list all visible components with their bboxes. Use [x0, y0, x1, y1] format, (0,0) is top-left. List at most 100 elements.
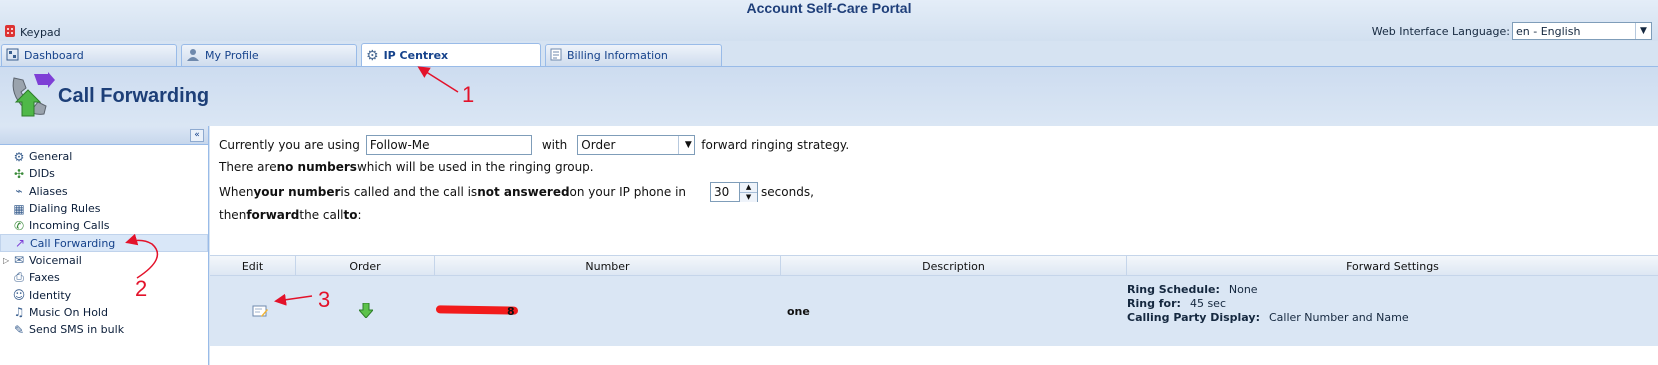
column-header-edit[interactable]: Edit [210, 256, 296, 277]
ringing-strategy-line: Currently you are using Follow-Me with O… [219, 135, 849, 155]
sidebar-header: « [0, 126, 208, 145]
column-header-order[interactable]: Order [296, 256, 435, 277]
sidebar-item-call-forwarding[interactable]: ↗ Call Forwarding [0, 234, 208, 252]
keypad-button[interactable]: Keypad [3, 24, 61, 41]
strategy-select[interactable]: Order ▼ [577, 135, 696, 155]
tab-dashboard[interactable]: Dashboard [1, 44, 177, 66]
table-row[interactable]: 8 one Ring Schedule: None Ring for: 45 sec… [210, 276, 1658, 346]
sidebar-item-voicemail[interactable]: ▷ ✉ Voicemail [0, 252, 208, 269]
portal-title: Account Self-Care Portal [746, 0, 912, 16]
stepper-buttons[interactable]: ▲ ▼ [740, 182, 759, 202]
sidebar-item-general[interactable]: ⚙ General [0, 148, 208, 165]
description-cell: one [787, 305, 810, 318]
chevron-down-icon[interactable]: ▼ [740, 192, 758, 202]
keypad-label: Keypad [20, 26, 61, 39]
language-select[interactable]: en - English ▼ [1512, 22, 1652, 40]
forward-mode-value: Follow-Me [369, 138, 430, 152]
text-label: on your IP phone in [569, 185, 687, 199]
call-forwarding-icon [8, 72, 56, 123]
voicemail-icon: ✉ [13, 253, 25, 268]
main-tabs: Dashboard My Profile ⚙ IP Centrex Billin… [0, 43, 1658, 67]
sidebar-item-label: DIDs [29, 167, 55, 181]
column-header-number[interactable]: Number [435, 256, 781, 277]
sidebar-nav: ⚙ General ✣ DIDs ⌁ Aliases ▦ Dialing Rules ✆… [0, 145, 208, 338]
language-selector: Web Interface Language: en - English ▼ [1372, 22, 1652, 40]
sidebar-item-music-on-hold[interactable]: ♫ Music On Hold [0, 304, 208, 321]
sidebar-item-aliases[interactable]: ⌁ Aliases [0, 183, 208, 200]
sms-icon: ✎ [13, 322, 25, 337]
chevron-down-icon: ▼ [678, 136, 695, 154]
ring-for-setting: Ring for: 45 sec [1127, 297, 1226, 310]
sidebar-item-send-sms[interactable]: ✎ Send SMS in bulk [0, 321, 208, 338]
main-panel: Currently you are using Follow-Me with O… [210, 126, 1658, 365]
tab-ip-centrex[interactable]: ⚙ IP Centrex [361, 43, 541, 67]
page-title: Call Forwarding [58, 85, 210, 107]
text-label: forward [246, 208, 300, 222]
double-chevron-left-icon[interactable]: « [190, 129, 204, 142]
text-label: your number [253, 185, 341, 199]
text-label: : [357, 208, 362, 222]
chevron-up-icon[interactable]: ▲ [740, 183, 758, 192]
tag-icon: ⌁ [15, 184, 23, 199]
edit-icon[interactable] [252, 304, 268, 321]
text-label: is called and the call is [340, 185, 478, 199]
setting-label: Ring for: [1127, 297, 1181, 310]
sidebar-item-label: Aliases [29, 184, 68, 198]
text-label: which will be used in the ringing group. [356, 160, 594, 174]
forward-to-line: then forward the call to : [219, 208, 362, 222]
grid-header: Edit Order Number Description Forward Se… [210, 255, 1658, 277]
fax-icon: ⎙ [14, 270, 24, 285]
sidebar-item-label: Voicemail [29, 253, 82, 267]
sidebar-item-label: Call Forwarding [30, 236, 116, 250]
text-label: Currently you are using [219, 138, 360, 152]
sidebar-item-faxes[interactable]: ⎙ Faxes [0, 269, 208, 286]
sidebar-item-dids[interactable]: ✣ DIDs [0, 165, 208, 182]
column-header-description[interactable]: Description [781, 256, 1127, 277]
text-label: with [541, 138, 568, 152]
timeout-line: When your number is called and the call … [219, 182, 814, 202]
gear-icon: ⚙ [366, 47, 379, 64]
text-label: the call [299, 208, 344, 222]
keypad-icon: ▦ [13, 201, 25, 216]
text-label: forward ringing strategy. [701, 138, 850, 152]
ring-schedule-setting: Ring Schedule: None [1127, 283, 1258, 296]
setting-value: Caller Number and Name [1268, 311, 1409, 324]
sidebar-item-dialing-rules[interactable]: ▦ Dialing Rules [0, 200, 208, 217]
text-label: not answered [477, 185, 570, 199]
text-label: then [219, 208, 247, 222]
language-label: Web Interface Language: [1371, 24, 1510, 38]
text-label: to [343, 208, 358, 222]
sidebar-item-identity[interactable]: ☺ Identity [0, 286, 208, 303]
sidebar-item-label: General [29, 150, 73, 164]
page-header [0, 66, 1658, 126]
forward-mode-field[interactable]: Follow-Me [365, 135, 532, 155]
setting-value: 45 sec [1189, 297, 1226, 310]
chevron-down-icon: ▼ [1635, 23, 1651, 39]
expand-arrow-icon[interactable]: ▷ [3, 256, 9, 265]
text-label: seconds, [761, 185, 814, 199]
redacted-number [435, 305, 519, 315]
timeout-value: 30 [714, 185, 730, 199]
setting-value: None [1228, 283, 1258, 296]
sidebar-item-label: Music On Hold [29, 305, 108, 319]
timeout-stepper[interactable]: 30 ▲ ▼ [710, 182, 759, 202]
timeout-input[interactable]: 30 [710, 182, 741, 202]
incoming-call-icon: ✆ [13, 218, 25, 233]
strategy-value: Order [581, 138, 616, 152]
text-label: no numbers [276, 160, 357, 174]
document-icon [550, 48, 562, 64]
tab-billing-information[interactable]: Billing Information [545, 44, 722, 66]
sidebar-item-label: Send SMS in bulk [29, 323, 125, 337]
tab-label: Billing Information [567, 49, 668, 62]
tab-label: IP Centrex [383, 49, 449, 62]
calling-party-display-setting: Calling Party Display: Caller Number and … [1127, 311, 1409, 324]
language-value: en - English [1516, 24, 1581, 38]
column-header-forward-settings[interactable]: Forward Settings [1127, 256, 1658, 277]
gear-icon: ⚙ [13, 149, 25, 164]
arrow-down-icon[interactable] [357, 302, 375, 321]
text-label: When [219, 185, 254, 199]
top-bar: Account Self-Care Portal Keypad Web Inte… [0, 0, 1658, 41]
sidebar-item-incoming-calls[interactable]: ✆ Incoming Calls [0, 217, 208, 234]
tab-my-profile[interactable]: My Profile [181, 44, 357, 66]
sidebar: « ⚙ General ✣ DIDs ⌁ Aliases ▦ Dialing Rules… [0, 126, 209, 365]
